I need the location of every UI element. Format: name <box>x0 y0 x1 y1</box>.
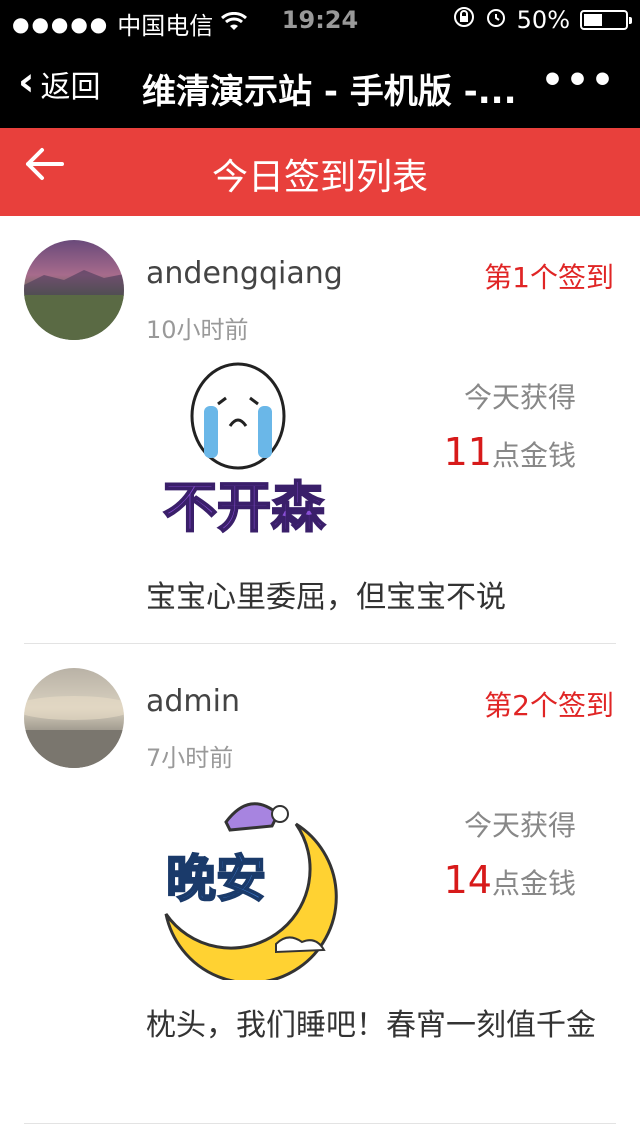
back-button[interactable]: ‹ 返回 <box>18 62 100 106</box>
rank-badge: 第2个签到 <box>484 689 614 722</box>
reward-amount: 11点金钱 <box>444 430 576 474</box>
checkin-message: 宝宝心里委屈，但宝宝不说 <box>146 580 506 615</box>
checkin-message: 枕头，我们睡吧！春宵一刻值千金 <box>146 1008 596 1043</box>
avatar[interactable] <box>24 668 124 768</box>
username[interactable]: admin <box>146 684 240 719</box>
alarm-icon <box>485 6 507 34</box>
chevron-left-icon: ‹ <box>18 59 35 105</box>
today-earned-label: 今天获得 <box>463 809 576 842</box>
lock-rotation-icon <box>453 6 475 34</box>
checkin-list: andengqiang 10小时前 第1个签到 不开森 今天获得 11点金钱 宝… <box>0 216 640 1124</box>
sticker-text: 不开森 <box>163 476 326 539</box>
checkin-time: 7小时前 <box>146 744 234 772</box>
mood-sticker-unhappy: 不开森 <box>146 356 342 552</box>
wechat-nav-bar: ‹ 返回 维清演示站 - 手机版 -... ••• <box>0 40 640 128</box>
window-title: 维清演示站 - 手机版 -... <box>142 72 517 112</box>
more-menu-button[interactable]: ••• <box>541 60 616 101</box>
battery-icon <box>580 10 632 30</box>
avatar[interactable] <box>24 240 124 340</box>
checkin-item: andengqiang 10小时前 第1个签到 不开森 今天获得 11点金钱 宝… <box>0 216 640 644</box>
back-label: 返回 <box>40 70 101 105</box>
checkin-time: 10小时前 <box>146 316 249 344</box>
reward-number: 14 <box>443 858 492 902</box>
checkin-item: admin 7小时前 第2个签到 晚安 今天获得 14点金钱 枕头，我们睡吧！春… <box>0 644 640 1124</box>
battery-fill <box>584 14 603 26</box>
rank-badge: 第1个签到 <box>484 261 614 294</box>
reward-amount: 14点金钱 <box>444 858 576 902</box>
sticker-text: 晚安 <box>166 850 266 908</box>
status-right: 50% <box>453 6 632 34</box>
reward-unit: 点金钱 <box>491 439 576 472</box>
battery-percent: 50% <box>516 6 570 34</box>
mood-sticker-goodnight: 晚安 <box>146 784 342 985</box>
page-title: 今日签到列表 <box>211 157 428 198</box>
divider <box>24 1123 616 1124</box>
reward-unit: 点金钱 <box>491 867 576 900</box>
status-bar: ●●●●● 中国电信 19:24 50% <box>0 0 640 40</box>
today-earned-label: 今天获得 <box>463 381 576 414</box>
reward-number: 11 <box>443 430 492 474</box>
username[interactable]: andengqiang <box>146 256 343 291</box>
page-header: 今日签到列表 <box>0 128 640 216</box>
